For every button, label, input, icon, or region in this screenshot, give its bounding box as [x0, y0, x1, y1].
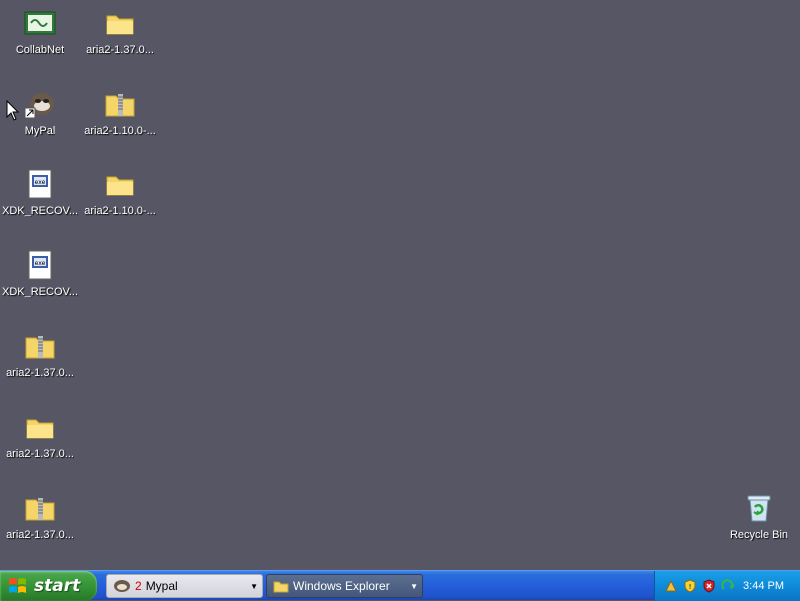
icon-label: aria2-1.10.0-...	[84, 205, 156, 217]
zip-folder-icon	[103, 87, 137, 121]
svg-text:exe: exe	[35, 260, 46, 267]
chevron-down-icon: ▼	[410, 581, 418, 591]
desktop-icon-aria2-folder[interactable]: aria2-1.37.0...	[81, 4, 159, 78]
desktop-icon-xdk-recovery[interactable]: exe XDK_RECOV...	[1, 165, 79, 239]
zip-folder-icon	[23, 329, 57, 363]
svg-text:exe: exe	[35, 179, 46, 186]
clock[interactable]: 3:44 PM	[743, 580, 784, 592]
windows-logo-icon	[9, 578, 26, 593]
icon-label: XDK_RECOV...	[1, 205, 78, 217]
desktop-icon-aria2-zip[interactable]: aria2-1.37.0...	[1, 327, 79, 401]
taskbar-button-mypal[interactable]: 2 Mypal ▼	[106, 574, 263, 598]
mypal-icon	[114, 580, 130, 592]
task-label: Mypal	[145, 579, 178, 593]
icon-label: aria2-1.10.0-...	[84, 125, 156, 137]
icon-label: aria2-1.37.0...	[86, 44, 154, 56]
desktop-icon-mypal[interactable]: MyPal	[1, 85, 79, 159]
zip-folder-icon	[23, 491, 57, 525]
network-icon[interactable]	[663, 579, 678, 594]
folder-icon	[103, 6, 137, 40]
task-label: Windows Explorer	[293, 579, 390, 593]
icon-label: aria2-1.37.0...	[6, 529, 74, 541]
desktop: CollabNet aria2-1.37.0... MyPal aria2-1.…	[0, 0, 800, 570]
icon-label: Recycle Bin	[729, 529, 789, 541]
document-icon: exe	[23, 248, 57, 282]
start-button[interactable]: start	[0, 571, 97, 601]
chevron-down-icon: ▼	[250, 581, 258, 591]
desktop-icon-aria2-folder[interactable]: aria2-1.10.0-...	[81, 165, 159, 239]
document-icon: exe	[23, 167, 57, 201]
folder-icon	[103, 167, 137, 201]
window-count: 2	[135, 579, 142, 593]
desktop-icon-aria2-folder[interactable]: aria2-1.37.0...	[1, 408, 79, 482]
folder-icon	[23, 410, 57, 444]
taskbar: start 2 Mypal ▼ Windows Explorer ▼ ! 3:4…	[0, 570, 800, 601]
desktop-icon-recycle-bin[interactable]: Recycle Bin	[720, 489, 798, 563]
icon-label: MyPal	[24, 125, 56, 137]
svg-text:!: !	[688, 583, 691, 591]
system-tray: ! 3:44 PM	[654, 571, 800, 601]
start-label: start	[34, 576, 81, 596]
security-shield-icon[interactable]: !	[682, 579, 697, 594]
mouse-cursor	[6, 100, 20, 121]
desktop-icon-aria2-zip[interactable]: aria2-1.10.0-...	[81, 85, 159, 159]
icon-label: aria2-1.37.0...	[6, 367, 74, 379]
taskbar-button-windows-explorer[interactable]: Windows Explorer ▼	[266, 574, 423, 598]
desktop-icon-collabnet[interactable]: CollabNet	[1, 4, 79, 78]
collabnet-icon	[23, 6, 57, 40]
desktop-icon-aria2-zip[interactable]: aria2-1.37.0...	[1, 489, 79, 563]
icon-label: aria2-1.37.0...	[6, 448, 74, 460]
mypal-shortcut-icon	[23, 87, 57, 121]
desktop-icon-xdk-recovery[interactable]: exe XDK_RECOV...	[1, 246, 79, 320]
icon-label: XDK_RECOV...	[1, 286, 78, 298]
security-alert-icon[interactable]	[701, 579, 716, 594]
icon-label: CollabNet	[15, 44, 65, 56]
recycle-tray-icon[interactable]	[720, 579, 735, 594]
folder-icon	[273, 581, 289, 593]
recycle-bin-icon	[742, 491, 776, 525]
